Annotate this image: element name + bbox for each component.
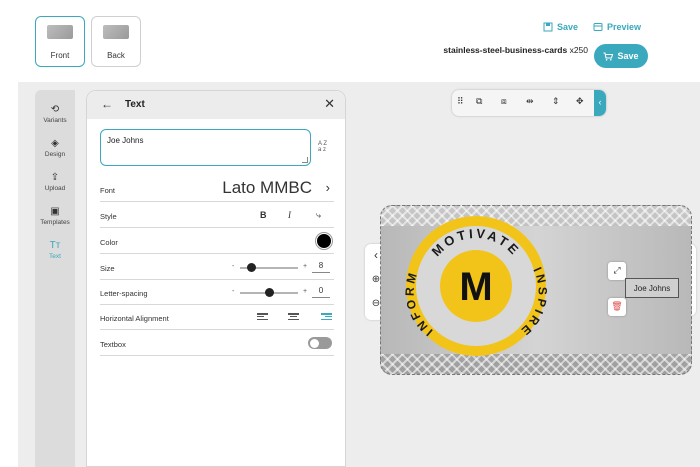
color-label: Color: [100, 238, 118, 247]
center-vertical-icon[interactable]: ⇕: [552, 96, 560, 107]
letter-spacing-slider[interactable]: [240, 288, 298, 297]
product-name: stainless-steel-business-cards: [443, 45, 568, 55]
letter-spacing-row: Letter-spacing - + 0: [100, 280, 334, 305]
front-preview-image: [47, 25, 73, 39]
variants-icon: ⟲: [50, 104, 60, 115]
sidebar-item-templates-label: Templates: [40, 219, 70, 226]
card-text-box[interactable]: Joe Johns: [625, 278, 679, 298]
letter-spacing-slider-knob[interactable]: [264, 288, 274, 297]
sidebar-item-templates[interactable]: ▣ Templates: [35, 206, 75, 226]
tool-sidebar: ⟲ Variants ◈ Design ⇪ Upload ▣ Templates…: [35, 90, 75, 467]
sidebar-item-text[interactable]: Tт Text: [35, 240, 75, 260]
size-row: Size - + 8: [100, 255, 334, 280]
upload-icon: ⇪: [50, 172, 60, 183]
side-thumb-front[interactable]: Front: [35, 16, 85, 67]
templates-icon: ▣: [50, 206, 60, 217]
textbox-label: Textbox: [100, 340, 126, 349]
product-quantity: x250: [569, 45, 588, 55]
bold-button[interactable]: B: [260, 210, 267, 220]
font-label: Font: [100, 186, 116, 195]
sidebar-item-upload[interactable]: ⇪ Upload: [35, 172, 75, 192]
emblem-letter: M: [459, 265, 492, 309]
textbox-toggle[interactable]: [308, 337, 332, 349]
font-row[interactable]: Font Lato MMBC ›: [100, 177, 334, 202]
textbox-row: Textbox: [100, 331, 334, 356]
sidebar-item-variants-label: Variants: [43, 117, 67, 124]
color-swatch[interactable]: [316, 233, 332, 249]
font-value: Lato MMBC: [222, 178, 312, 197]
size-slider-knob[interactable]: [247, 263, 257, 272]
text-content-input[interactable]: Joe Johns: [100, 129, 311, 166]
expand-icon[interactable]: ⤢: [608, 262, 626, 280]
sidebar-item-variants[interactable]: ⟲ Variants: [35, 104, 75, 124]
preview-icon: [593, 23, 603, 31]
close-icon[interactable]: ✕: [324, 96, 335, 112]
side-thumb-back-label: Back: [107, 51, 125, 60]
back-preview-image: [103, 25, 129, 39]
panel-header: ← Text ✕: [87, 91, 345, 119]
side-thumb-front-label: Front: [50, 51, 70, 60]
delete-icon[interactable]: 🗑: [608, 298, 626, 316]
save-icon: [543, 22, 553, 32]
text-icon: Tт: [49, 240, 61, 251]
sidebar-item-design[interactable]: ◈ Design: [35, 138, 75, 158]
save-link-label: Save: [557, 22, 579, 32]
duplicate-icon[interactable]: ⧉: [476, 96, 482, 107]
side-thumb-back[interactable]: Back: [91, 16, 141, 67]
size-slider[interactable]: [240, 263, 298, 272]
text-case-icon[interactable]: A Za z: [318, 141, 327, 153]
canvas-toolbar: ⠿ ⧉ ⧈ ⇹ ⇕ ✥ ‹: [452, 90, 606, 116]
top-bar: Front Back Save Preview stainless-steel-…: [0, 0, 700, 82]
chevron-right-icon: ›: [325, 180, 330, 195]
design-icon: ◈: [51, 138, 59, 149]
letter-spacing-label: Letter-spacing: [100, 289, 148, 298]
emblem-logo[interactable]: MOTIVATE INSPIRE INFORM M: [403, 213, 549, 359]
panel-title: Text: [125, 99, 145, 110]
align-right-icon[interactable]: [321, 313, 332, 321]
text-content-value: Joe Johns: [107, 136, 144, 145]
product-summary: stainless-steel-business-cards x250: [443, 45, 588, 55]
align-left-icon[interactable]: [257, 313, 268, 321]
color-row: Color: [100, 229, 334, 254]
text-edit-panel: ← Text ✕ Joe Johns A Za z Font Lato MMBC…: [86, 90, 346, 467]
save-link[interactable]: Save: [543, 22, 578, 32]
move-icon[interactable]: ✥: [576, 96, 584, 107]
sidebar-item-design-label: Design: [44, 151, 66, 158]
drag-handle-icon[interactable]: ⠿: [457, 96, 464, 107]
save-button[interactable]: Save: [594, 44, 648, 68]
size-increase-button[interactable]: +: [303, 263, 307, 270]
style-row: Style B I ⤷: [100, 203, 334, 228]
italic-button[interactable]: I: [288, 210, 291, 220]
cart-icon: [603, 51, 614, 61]
curve-text-icon[interactable]: ⤷: [316, 210, 321, 221]
center-horizontal-icon[interactable]: ⇹: [526, 96, 534, 107]
size-label: Size: [100, 264, 115, 273]
alignment-row: Horizontal Alignment: [100, 305, 334, 330]
collapse-toolbar-icon[interactable]: ‹: [594, 90, 606, 116]
preview-link[interactable]: Preview: [593, 22, 641, 32]
size-value-input[interactable]: 8: [312, 259, 330, 273]
resize-grip-icon[interactable]: [302, 157, 308, 163]
save-button-label: Save: [617, 51, 639, 61]
sidebar-item-text-label: Text: [49, 253, 61, 260]
letter-spacing-increase-button[interactable]: +: [303, 288, 307, 295]
sidebar-item-upload-label: Upload: [44, 185, 66, 192]
preview-link-label: Preview: [607, 22, 642, 32]
letter-spacing-value-input[interactable]: 0: [312, 284, 330, 298]
size-decrease-button[interactable]: -: [232, 263, 234, 270]
horizontal-alignment-label: Horizontal Alignment: [100, 314, 169, 323]
align-center-icon[interactable]: [288, 313, 299, 321]
letter-spacing-decrease-button[interactable]: -: [232, 288, 234, 295]
style-label: Style: [100, 212, 117, 221]
back-arrow-icon[interactable]: ←: [101, 97, 113, 111]
layers-icon[interactable]: ⧈: [501, 96, 507, 107]
